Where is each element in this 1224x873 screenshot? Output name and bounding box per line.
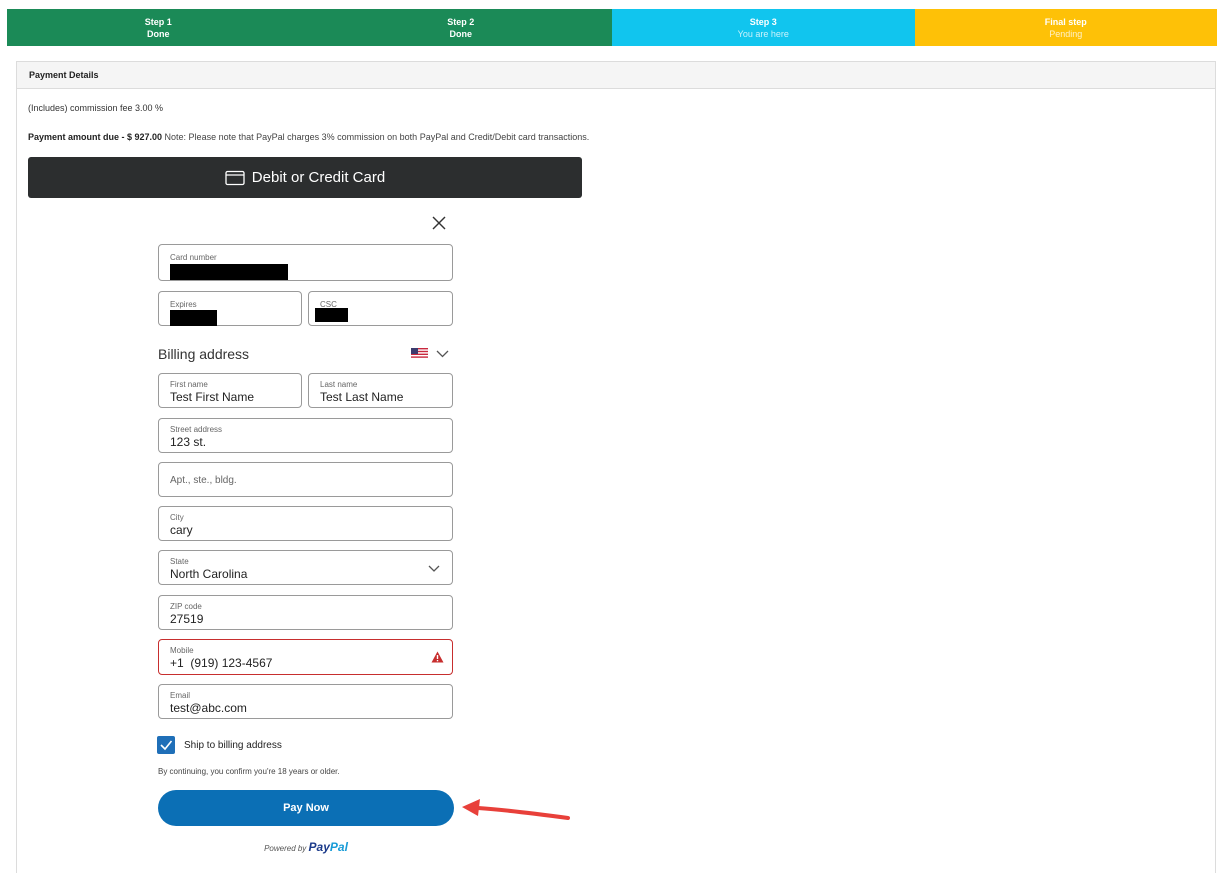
csc-field[interactable]: CSC — [308, 291, 453, 326]
step-title: Step 1 — [144, 16, 172, 27]
state-label: State — [170, 557, 189, 566]
us-flag-icon[interactable] — [411, 348, 428, 359]
redacted-card-number — [170, 264, 288, 280]
card-number-field[interactable]: Card number — [158, 244, 453, 281]
amount-due: Payment amount due - $ 927.00 Note: Plea… — [28, 132, 589, 142]
age-confirm-text: By continuing, you confirm you're 18 yea… — [158, 767, 340, 776]
first-name-field[interactable]: First name Test First Name — [158, 373, 302, 408]
state-value: North Carolina — [170, 567, 248, 581]
state-select[interactable]: State North Carolina — [158, 550, 453, 585]
commission-text: (Includes) commission fee 3.00 % — [28, 103, 164, 113]
mobile-label: Mobile — [170, 646, 194, 655]
mobile-value: +1 (919) 123-4567 — [170, 656, 273, 670]
city-label: City — [170, 513, 184, 522]
debit-credit-card-button[interactable]: Debit or Credit Card — [28, 157, 582, 198]
pay-now-label: Pay Now — [283, 802, 329, 814]
city-field[interactable]: City cary — [158, 506, 453, 541]
apt-field[interactable]: Apt., ste., bldg. — [158, 462, 453, 497]
last-name-field[interactable]: Last name Test Last Name — [308, 373, 453, 408]
amount-note: Note: Please note that PayPal charges 3%… — [162, 132, 590, 142]
street-address-label: Street address — [170, 425, 223, 434]
card-icon — [225, 170, 245, 185]
amount-due-label: Payment amount due - $ 927.00 — [28, 132, 163, 142]
card-number-label: Card number — [170, 253, 217, 262]
last-name-value: Test Last Name — [320, 390, 404, 404]
email-label: Email — [170, 691, 191, 700]
step-title: Final step — [1044, 16, 1087, 27]
email-field[interactable]: Email test@abc.com — [158, 684, 453, 719]
zip-code-value: 27519 — [170, 612, 204, 626]
step-3: Step 3 You are here — [612, 9, 915, 46]
red-arrow-annotation — [462, 799, 570, 820]
paypal-logo-pal: Pal — [329, 840, 348, 854]
panel-title: Payment Details — [17, 62, 1215, 89]
powered-by-paypal: Powered by PayPal — [158, 840, 454, 854]
redacted-expires — [170, 310, 217, 326]
step-status: Done — [449, 28, 473, 39]
warning-icon — [431, 651, 444, 663]
checkmark-icon — [160, 740, 173, 751]
step-status: Pending — [1049, 28, 1083, 39]
step-status: Done — [147, 28, 170, 39]
chevron-down-icon[interactable] — [435, 349, 450, 359]
step-title: Step 2 — [447, 16, 475, 27]
street-address-field[interactable]: Street address 123 st. — [158, 418, 453, 453]
street-address-value: 123 st. — [170, 435, 207, 449]
expires-label: Expires — [170, 300, 197, 309]
step-2: Step 2 Done — [309, 9, 612, 46]
ship-to-billing-label[interactable]: Ship to billing address — [184, 740, 282, 751]
step-1: Step 1 Done — [7, 9, 310, 46]
step-status: You are here — [737, 28, 789, 39]
progress-steps: Step 1 Done Step 2 Done Step 3 You are h… — [7, 9, 1217, 46]
step-final: Final step Pending — [914, 9, 1217, 46]
chevron-down-icon — [428, 565, 440, 572]
card-button-label: Debit or Credit Card — [251, 169, 386, 186]
mobile-field[interactable]: Mobile +1 (919) 123-4567 — [158, 639, 453, 675]
city-value: cary — [170, 523, 193, 537]
apt-placeholder: Apt., ste., bldg. — [170, 475, 237, 486]
pay-now-button[interactable]: Pay Now — [158, 790, 454, 826]
paypal-logo-pay: Pay — [308, 840, 330, 854]
paypal-logo: PayPal — [309, 840, 348, 854]
expires-field[interactable]: Expires — [158, 291, 302, 326]
step-title: Step 3 — [749, 16, 777, 27]
zip-code-field[interactable]: ZIP code 27519 — [158, 595, 453, 630]
first-name-label: First name — [170, 380, 208, 389]
powered-by-text: Powered by — [264, 844, 307, 853]
zip-code-label: ZIP code — [170, 602, 202, 611]
email-value: test@abc.com — [170, 701, 247, 715]
ship-to-billing-checkbox[interactable] — [157, 736, 175, 754]
close-icon[interactable] — [431, 215, 447, 231]
redacted-csc — [315, 308, 348, 322]
first-name-value: Test First Name — [170, 390, 255, 404]
billing-address-title: Billing address — [158, 346, 250, 362]
last-name-label: Last name — [320, 380, 358, 389]
